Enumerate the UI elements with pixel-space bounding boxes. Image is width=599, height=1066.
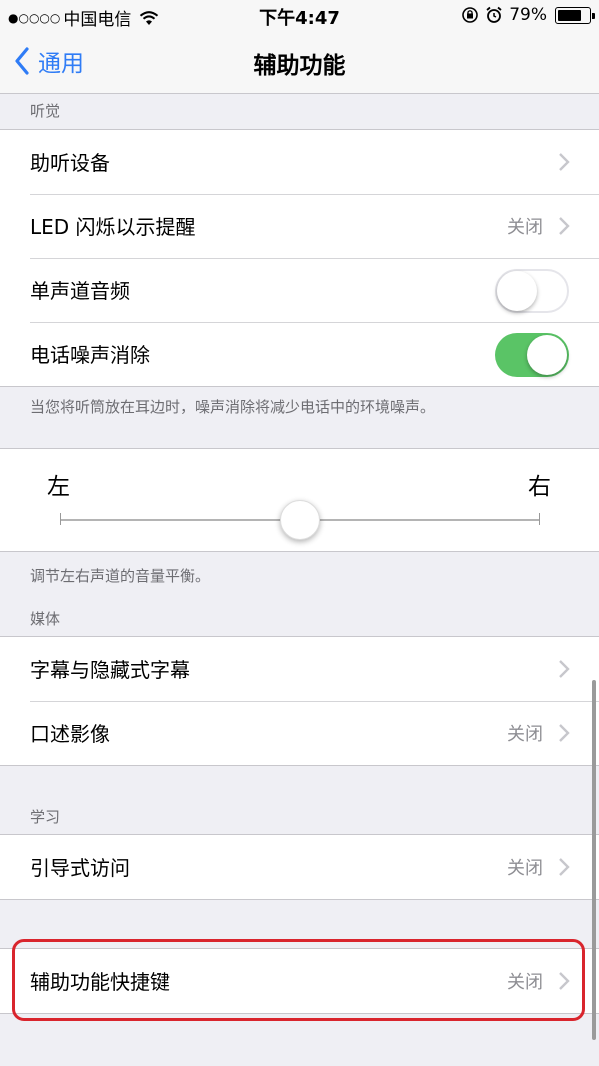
switch-knob xyxy=(527,335,567,375)
chevron-right-icon xyxy=(559,858,570,876)
battery-fill xyxy=(558,9,581,21)
row-value: 关闭 xyxy=(507,217,543,238)
scroll-indicator[interactable] xyxy=(592,680,596,1040)
slider-right-endcap xyxy=(539,513,540,525)
row-led-flash[interactable]: LED 闪烁以示提醒 关闭 xyxy=(0,194,599,258)
learning-group: 引导式访问 关闭 xyxy=(0,834,599,900)
battery-icon xyxy=(555,6,595,24)
alarm-icon xyxy=(486,6,502,23)
row-mono-audio: 单声道音频 xyxy=(0,258,599,322)
chevron-right-icon xyxy=(559,660,570,678)
slider-left-endcap xyxy=(60,513,61,525)
balance-slider-thumb[interactable] xyxy=(280,500,320,540)
status-bar: ●○○○○ 中国电信 下午4:47 79% xyxy=(0,0,599,30)
mono-audio-switch[interactable] xyxy=(495,269,569,313)
annotation-highlight xyxy=(12,939,585,1021)
chevron-right-icon xyxy=(559,217,570,235)
balance-right-label: 右 xyxy=(528,474,551,500)
section-header-hearing: 听觉 xyxy=(30,102,61,120)
media-group: 字幕与隐藏式字幕 口述影像 关闭 xyxy=(0,636,599,766)
noise-cancellation-switch[interactable] xyxy=(495,333,569,377)
navigation-bar: 通用 辅助功能 xyxy=(0,30,599,94)
row-label: 引导式访问 xyxy=(30,856,130,880)
switch-knob xyxy=(497,271,537,311)
section-header-learning: 学习 xyxy=(30,808,61,826)
page-title: 辅助功能 xyxy=(253,53,346,79)
row-value: 关闭 xyxy=(507,858,543,879)
section-header-media: 媒体 xyxy=(30,610,61,628)
chevron-right-icon xyxy=(559,724,570,742)
row-label: 单声道音频 xyxy=(30,279,130,303)
row-audio-descriptions[interactable]: 口述影像 关闭 xyxy=(0,701,599,765)
balance-left-label: 左 xyxy=(47,474,70,500)
balance-group: 左 右 xyxy=(0,448,599,552)
hearing-group: 助听设备 LED 闪烁以示提醒 关闭 单声道音频 电话噪声消除 xyxy=(0,129,599,387)
row-label: 字幕与隐藏式字幕 xyxy=(30,658,190,682)
row-noise-cancellation: 电话噪声消除 xyxy=(0,322,599,386)
row-label: 助听设备 xyxy=(30,151,110,175)
battery-tip xyxy=(592,12,595,19)
hearing-footer: 当您将听筒放在耳边时，噪声消除将减少电话中的环境噪声。 xyxy=(30,398,436,416)
row-guided-access[interactable]: 引导式访问 关闭 xyxy=(0,835,599,899)
status-right: 79% xyxy=(461,5,595,25)
row-subtitles-captioning[interactable]: 字幕与隐藏式字幕 xyxy=(0,637,599,701)
row-hearing-devices[interactable]: 助听设备 xyxy=(0,130,599,194)
chevron-right-icon xyxy=(559,153,570,171)
row-label: 电话噪声消除 xyxy=(30,343,150,367)
row-label: LED 闪烁以示提醒 xyxy=(30,215,196,239)
row-value: 关闭 xyxy=(507,724,543,745)
orientation-lock-icon xyxy=(462,7,479,23)
balance-footer: 调节左右声道的音量平衡。 xyxy=(30,567,211,585)
battery-percent: 79% xyxy=(509,5,547,25)
row-label: 口述影像 xyxy=(30,722,110,746)
